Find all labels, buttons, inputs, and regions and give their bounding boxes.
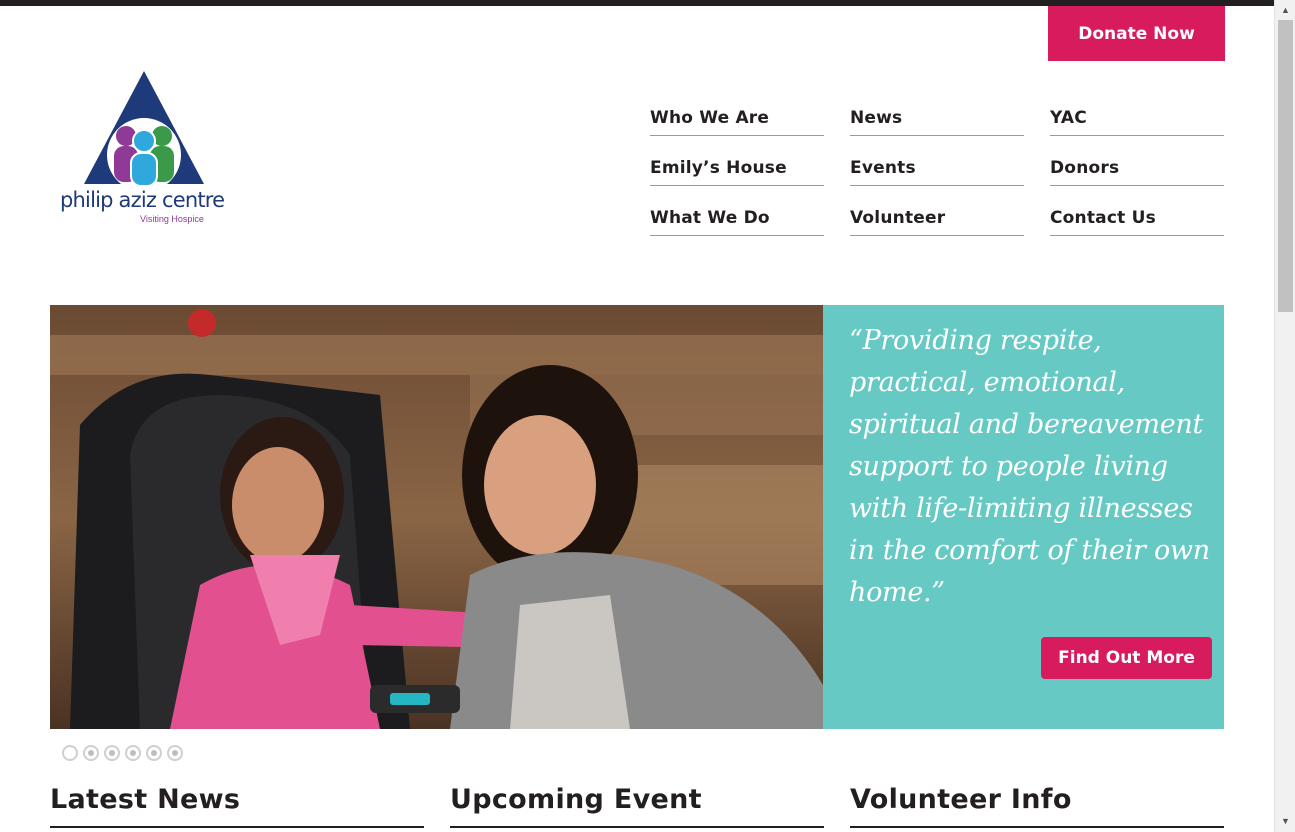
nav-item-contact-us[interactable]: Contact Us [1050,201,1224,236]
nav-item-volunteer[interactable]: Volunteer [850,201,1024,236]
nav-item-emilys-house[interactable]: Emily’s House [650,151,824,186]
hero-quote: “Providing respite, practical, emotional… [849,325,1210,608]
nav-item-news[interactable]: News [850,101,1024,136]
upcoming-event-heading: Upcoming Event [450,784,824,828]
slider-dot[interactable] [83,745,99,761]
slider-dot[interactable] [167,745,183,761]
volunteer-info-heading: Volunteer Info [850,784,1224,828]
nav-item-events[interactable]: Events [850,151,1024,186]
hero-photo [50,305,823,729]
main-nav: Who We Are News YAC Emily’s House Events… [650,101,1224,236]
find-out-more-button[interactable]: Find Out More [1041,637,1212,679]
slider-dot[interactable] [146,745,162,761]
nav-item-who-we-are[interactable]: Who We Are [650,101,824,136]
slider-dot[interactable] [125,745,141,761]
nav-item-yac[interactable]: YAC [1050,101,1224,136]
scrollbar-thumb[interactable] [1278,20,1293,312]
hero-text-panel: “Providing respite, practical, emotional… [823,305,1224,729]
scroll-up-arrow-icon[interactable]: ▲ [1275,2,1295,19]
logo-name: philip aziz centre [60,188,225,212]
latest-news-heading: Latest News [50,784,424,828]
nav-item-what-we-do[interactable]: What We Do [650,201,824,236]
scroll-down-arrow-icon[interactable]: ▼ [1275,813,1295,830]
slider-dot[interactable] [104,745,120,761]
slider-pagination [62,745,183,761]
logo-subtitle: Visiting Hospice [140,214,204,224]
vertical-scrollbar[interactable]: ▲ ▼ [1274,0,1295,832]
donate-now-button[interactable]: Donate Now [1048,6,1225,61]
nav-item-donors[interactable]: Donors [1050,151,1224,186]
logo-mark-icon [84,71,204,192]
logo[interactable]: philip aziz centre Visiting Hospice [58,68,228,228]
slider-dot[interactable] [62,745,78,761]
